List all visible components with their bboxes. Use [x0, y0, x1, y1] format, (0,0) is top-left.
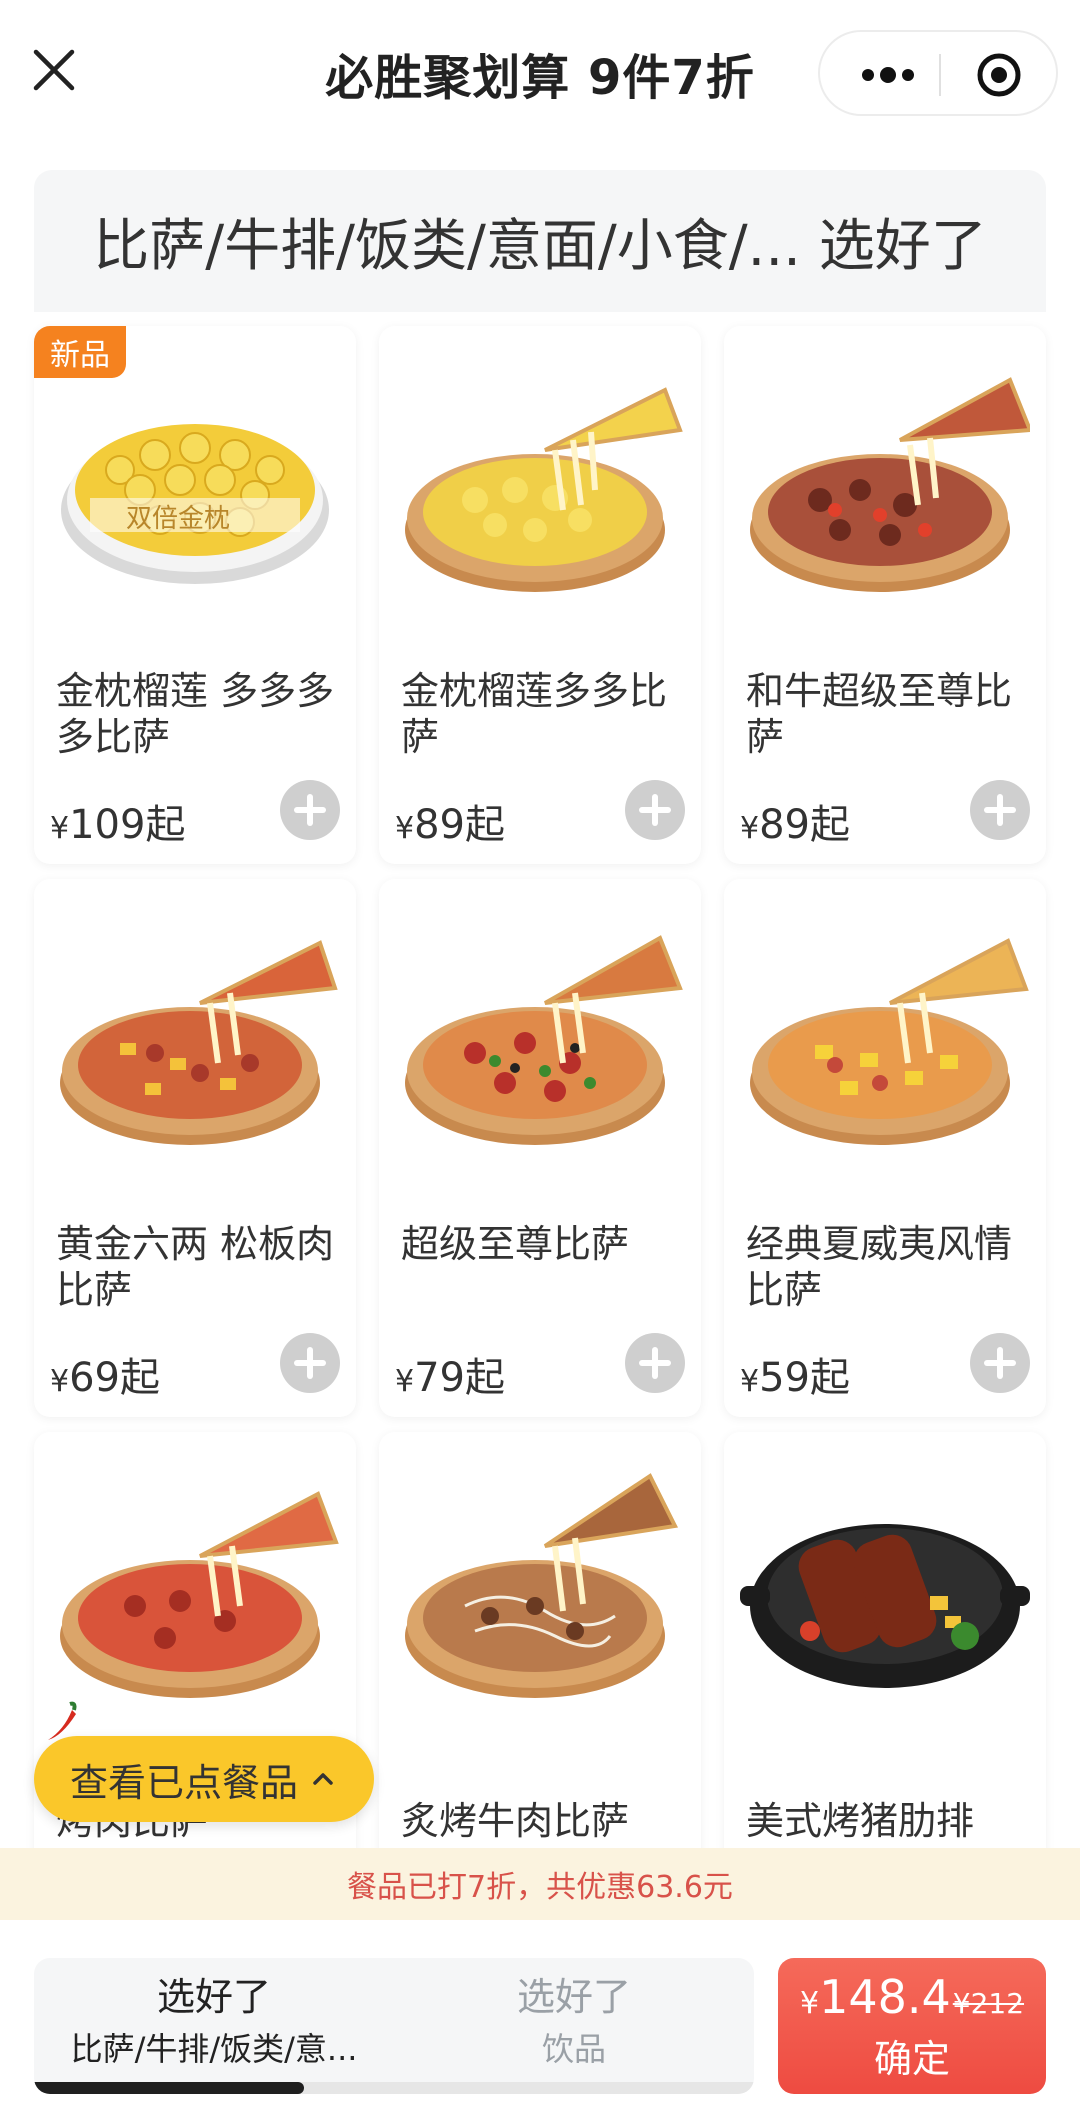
product-card[interactable]: 经典夏威夷风情比萨 ¥59起 [724, 879, 1046, 1417]
step-tab-drinks[interactable]: 选好了 饮品 [394, 1972, 754, 2072]
product-price: ¥89起 [740, 802, 850, 848]
capsule-divider [939, 54, 941, 96]
category-selector-label: 比萨/牛排/饭类/意面/小食/... 选好了 [93, 213, 987, 279]
product-name: 美式烤猪肋排 [746, 1799, 975, 1843]
durian-pizza-image [405, 387, 683, 592]
hawaiian-pizza-image [750, 938, 1029, 1145]
product-card[interactable]: 和牛超级至尊比萨 ¥89起 [724, 326, 1046, 864]
add-to-cart-icon[interactable] [280, 1333, 340, 1393]
pork-pizza-image [60, 940, 338, 1145]
step-tabs: 选好了 比萨/牛排/饭类/意... 选好了 饮品 [34, 1958, 754, 2094]
category-selector[interactable]: 比萨/牛排/饭类/意面/小食/... 选好了 [34, 170, 1046, 312]
product-price: ¥109起 [50, 802, 186, 848]
total-price: ¥148.4¥212 [799, 1970, 1025, 2024]
product-price: ¥79起 [395, 1355, 505, 1401]
step-tab-food[interactable]: 选好了 比萨/牛排/饭类/意... [34, 1972, 394, 2072]
progress-fill [34, 2082, 304, 2094]
product-card[interactable]: 金枕榴莲多多比萨 ¥89起 [379, 326, 701, 864]
more-icon[interactable] [858, 58, 918, 92]
step-title: 选好了 [156, 1975, 271, 2019]
durian-pizza-image [61, 424, 329, 584]
product-card[interactable]: 新品 双倍金枕 金枕榴莲 多多多多比萨 ¥109起 [34, 326, 356, 864]
step-subtitle: 比萨/牛排/饭类/意... [70, 2030, 358, 2068]
beef-pizza-image [405, 1473, 679, 1698]
view-ordered-label: 查看已点餐品 [70, 1760, 299, 1805]
product-name: 金枕榴莲 多多多多比萨 [56, 669, 335, 759]
image-caption: 双倍金枕 [126, 504, 231, 534]
step-subtitle: 饮品 [541, 2030, 606, 2068]
new-badge: 新品 [34, 326, 126, 378]
mini-program-capsule [818, 30, 1058, 116]
product-name: 黄金六两 松板肉比萨 [56, 1222, 335, 1312]
add-to-cart-icon[interactable] [625, 1333, 685, 1393]
supreme-pizza-image [405, 935, 683, 1145]
confirm-label: 确定 [873, 2037, 950, 2081]
top-nav-bar: 必胜聚划算 9件7折 [0, 0, 1080, 140]
chevron-up-icon [313, 1773, 333, 1785]
product-name: 经典夏威夷风情比萨 [746, 1222, 1013, 1312]
discount-notice: 餐品已打7折，共优惠63.6元 [0, 1848, 1080, 1920]
product-price: ¥89起 [395, 802, 505, 848]
bottom-bar: 选好了 比萨/牛排/饭类/意... 选好了 饮品 ¥148.4¥212 确定 [0, 1920, 1080, 2123]
discount-text: 餐品已打7折，共优惠63.6元 [347, 1870, 733, 1905]
add-to-cart-icon[interactable] [970, 1333, 1030, 1393]
pork-ribs-image [740, 1524, 1030, 1688]
product-price: ¥69起 [50, 1355, 160, 1401]
confirm-button[interactable]: ¥148.4¥212 确定 [778, 1958, 1046, 2094]
close-miniprogram-icon[interactable] [976, 52, 1022, 98]
add-to-cart-icon[interactable] [280, 780, 340, 840]
step-title: 选好了 [516, 1975, 631, 2019]
bbq-pizza-image [60, 1491, 339, 1698]
original-price: ¥212 [952, 1987, 1025, 2020]
view-ordered-button[interactable]: 查看已点餐品 [34, 1736, 374, 1822]
product-name: 金枕榴莲多多比萨 [401, 669, 668, 759]
product-name: 和牛超级至尊比萨 [746, 669, 1013, 759]
product-name: 炙烤牛肉比萨 [401, 1799, 630, 1843]
product-price: ¥59起 [740, 1355, 850, 1401]
add-to-cart-icon[interactable] [970, 780, 1030, 840]
product-card[interactable]: 黄金六两 松板肉比萨 ¥69起 [34, 879, 356, 1417]
add-to-cart-icon[interactable] [625, 780, 685, 840]
wagyu-pizza-image [750, 377, 1030, 592]
product-name: 超级至尊比萨 [401, 1222, 630, 1266]
product-card[interactable]: 超级至尊比萨 ¥79起 [379, 879, 701, 1417]
